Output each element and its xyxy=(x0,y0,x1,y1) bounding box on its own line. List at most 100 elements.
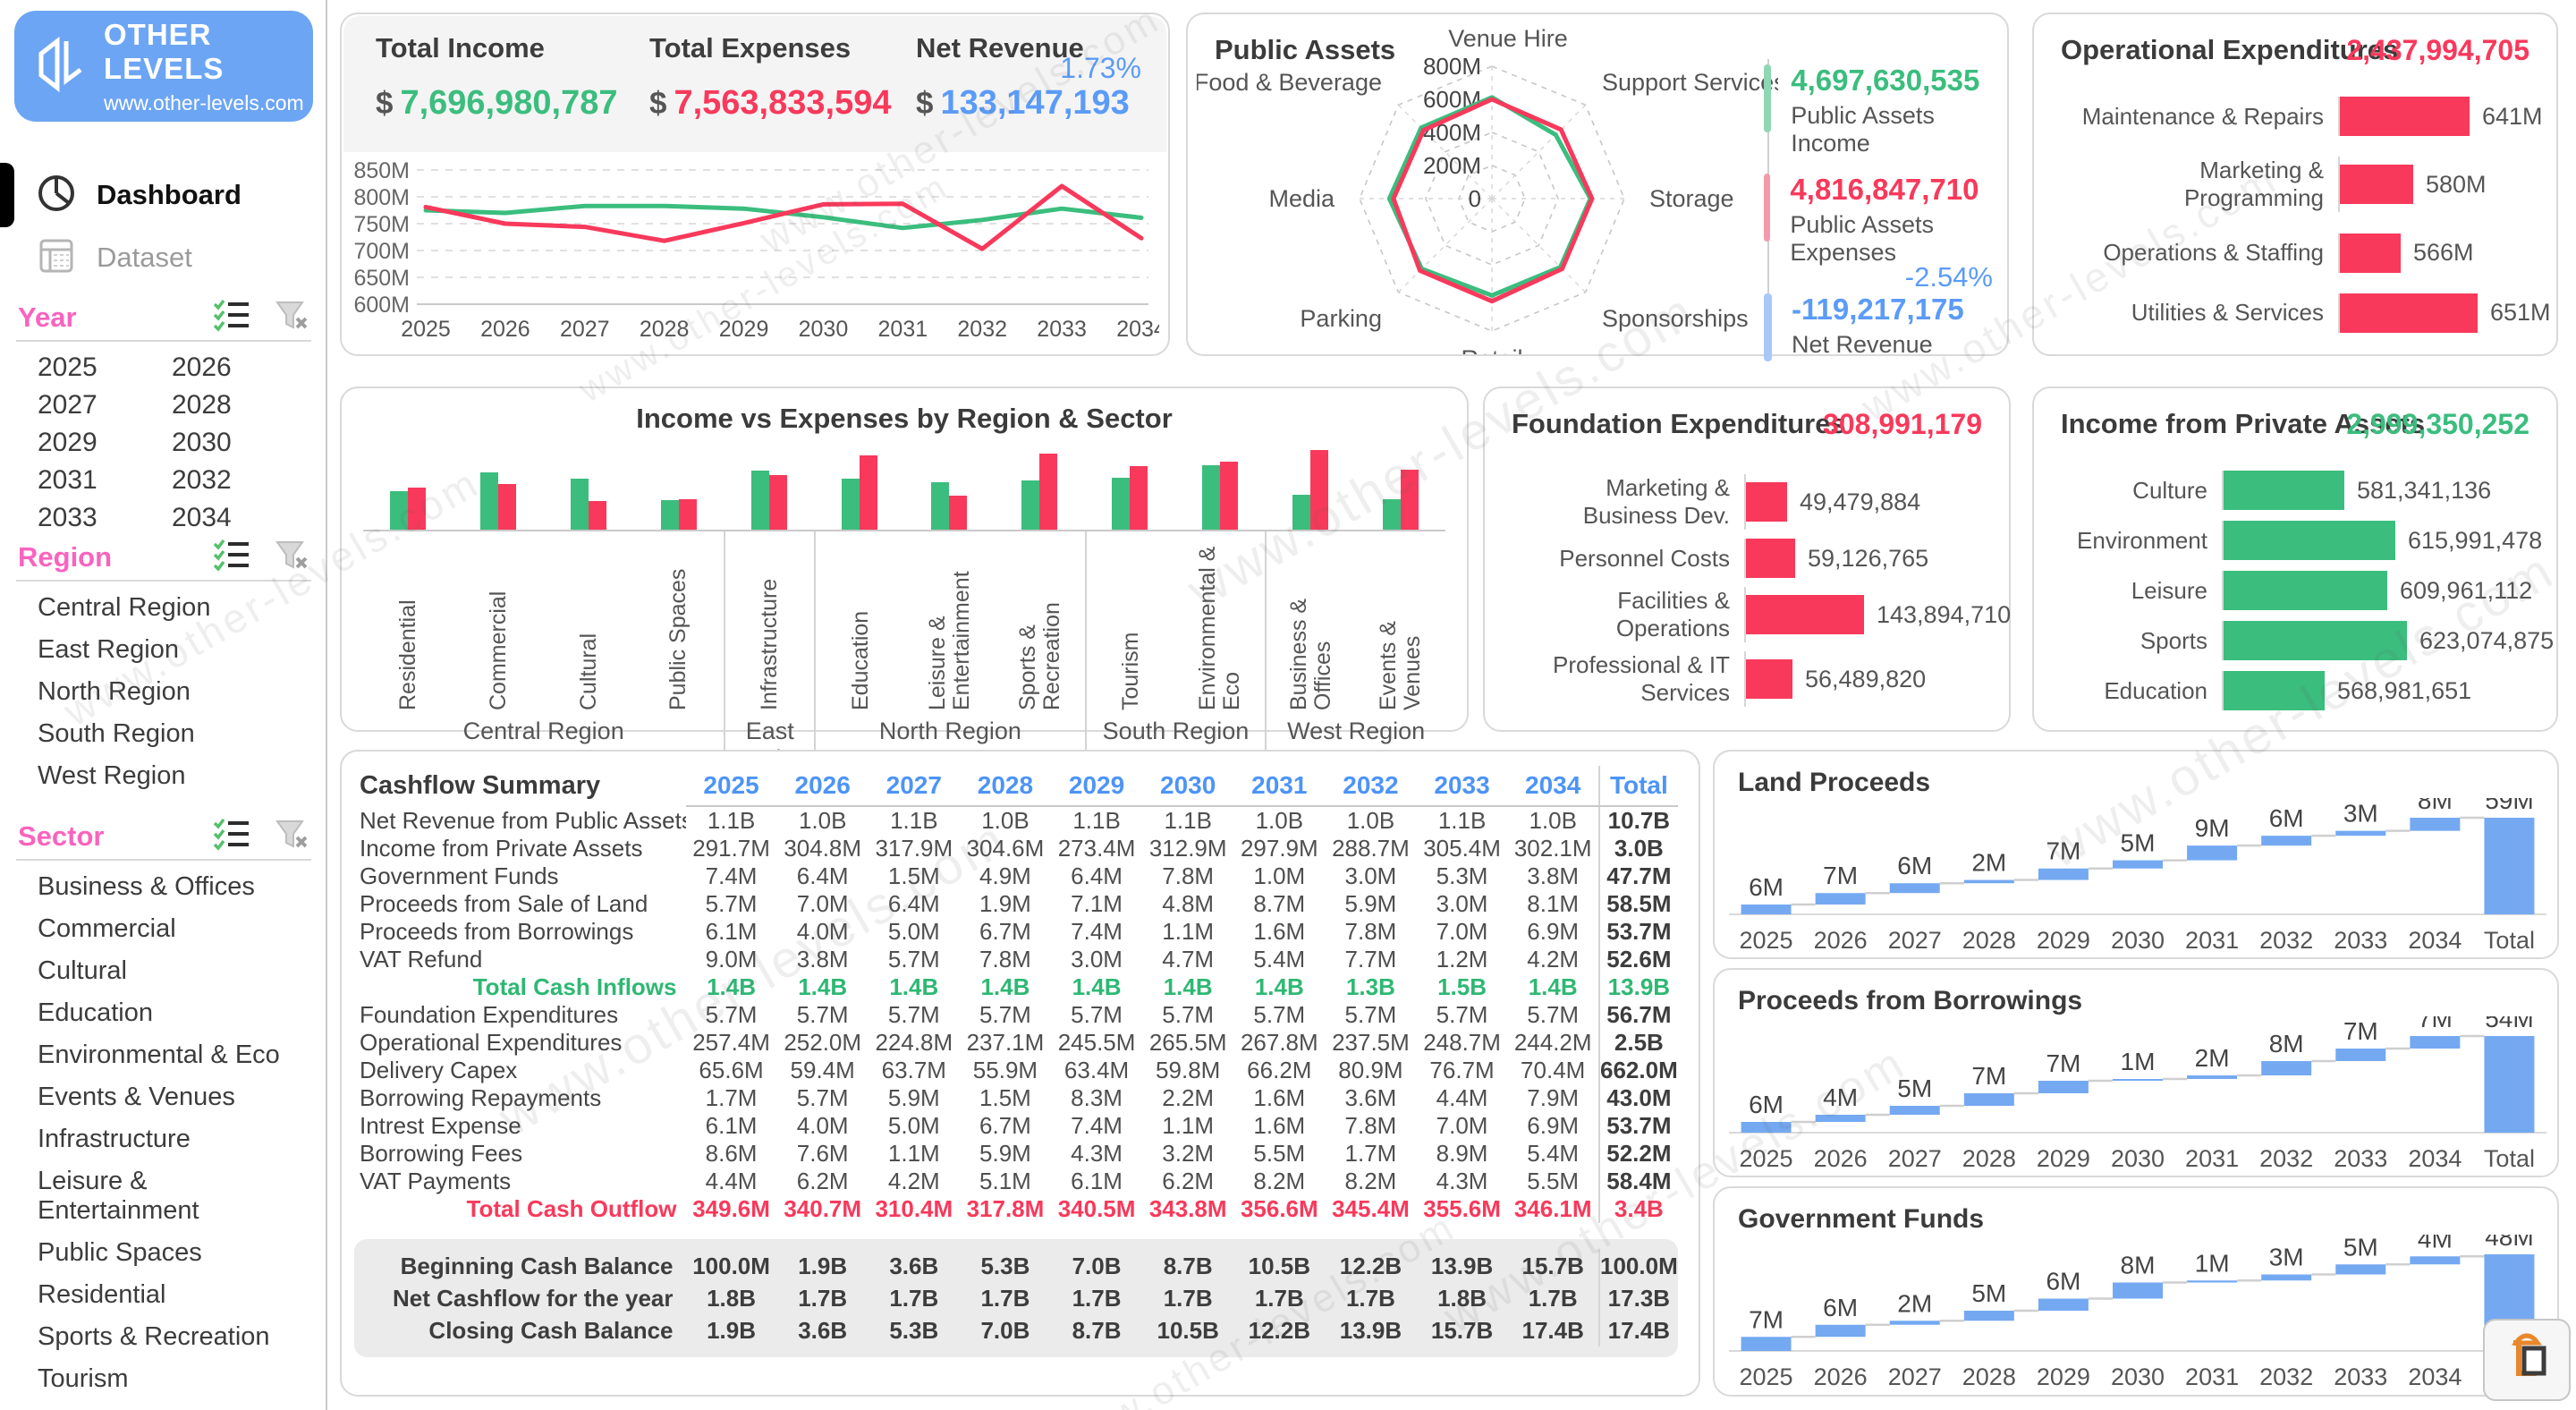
svg-text:2033: 2033 xyxy=(2334,1145,2387,1172)
cell-value: 63.7M xyxy=(869,1057,960,1084)
cell-value: 1.1B xyxy=(1142,806,1233,835)
sector-option[interactable]: Tourism xyxy=(27,1358,313,1400)
year-column-header[interactable]: 2030 xyxy=(1142,766,1233,806)
sidebar-item-dataset[interactable]: Dataset xyxy=(0,229,327,286)
cell-value: 237.1M xyxy=(960,1029,1051,1057)
income-bar xyxy=(751,471,769,530)
cell-value: 66.2M xyxy=(1233,1057,1325,1084)
cell-value: 7.9M xyxy=(1508,1084,1599,1112)
sidebar-item-dashboard[interactable]: Dashboard xyxy=(0,166,327,224)
expense-bar xyxy=(1039,454,1057,530)
region-option[interactable]: South Region xyxy=(27,713,313,755)
region-option[interactable]: North Region xyxy=(27,671,313,713)
year-column-header[interactable]: 2028 xyxy=(960,766,1051,806)
year-column-header[interactable]: 2029 xyxy=(1051,766,1142,806)
sector-label-slot: Tourism xyxy=(1087,531,1176,710)
sector-option[interactable]: Events & Venues xyxy=(27,1076,313,1118)
sector-option[interactable]: Residential xyxy=(27,1274,313,1316)
foundation-expenditures-card: Foundation Expenditures 308,991,179 Mark… xyxy=(1483,386,2011,732)
cell-value: 7.6M xyxy=(777,1140,869,1168)
bar-area: 49,479,884 xyxy=(1744,474,1995,530)
group-lower: Business & OfficesEvents & VenuesWest Re… xyxy=(1265,531,1445,773)
logo-card: OTHER LEVELS www.other-levels.com xyxy=(14,11,313,122)
svg-text:2025: 2025 xyxy=(1740,1363,1793,1390)
year-option[interactable]: 2033 xyxy=(27,501,161,535)
bar-category-label: Professional & IT Services xyxy=(1506,651,1744,707)
hbar-row: Maintenance & Repairs641M xyxy=(2055,97,2542,136)
table-row: VAT Payments4.4M6.2M4.2M5.1M6.1M6.2M8.2M… xyxy=(354,1168,1678,1195)
bar-value-label: 609,961,112 xyxy=(2400,577,2532,605)
select-all-checklist-icon[interactable] xyxy=(213,816,250,856)
filter-title-region: Region xyxy=(18,541,213,573)
cell-value: 10.5B xyxy=(1142,1314,1233,1346)
cell-value: 7.8M xyxy=(1325,1112,1416,1140)
year-column-header[interactable]: 2025 xyxy=(686,766,777,806)
year-option[interactable]: 2025 xyxy=(27,351,161,385)
public-assets-radar-chart: 800M600M400M200M0Venue HireSupport Servi… xyxy=(1197,14,1778,354)
bar xyxy=(1746,539,1795,578)
cell-value: 1.9B xyxy=(686,1314,777,1346)
clear-filter-icon[interactable] xyxy=(274,297,309,337)
bar-category-label: Operations & Staffing xyxy=(2055,239,2338,267)
year-column-header[interactable]: 2026 xyxy=(777,766,869,806)
cell-value: 12.2B xyxy=(1325,1250,1416,1282)
clear-filter-icon[interactable] xyxy=(274,816,309,856)
sector-option[interactable]: Infrastructure xyxy=(27,1118,313,1160)
clear-filter-icon[interactable] xyxy=(274,537,309,577)
bar-area: 580M xyxy=(2338,157,2542,212)
sector-option[interactable]: Sports & Recreation xyxy=(27,1316,313,1358)
bar-category-label: Culture xyxy=(2055,477,2222,505)
land-proceeds-chart: 6M20257M20266M20272M20287M20295M20309M20… xyxy=(1729,798,2546,957)
year-column-header[interactable]: 2033 xyxy=(1417,766,1508,806)
year-option[interactable]: 2027 xyxy=(27,388,161,422)
cell-value: 317.8M xyxy=(960,1195,1051,1223)
cell-value: 273.4M xyxy=(1051,835,1142,862)
sector-label: Public Spaces xyxy=(666,540,691,710)
svg-text:2034: 2034 xyxy=(2408,1363,2462,1390)
cell-value: 6.7M xyxy=(960,918,1051,946)
cell-value: 1.6M xyxy=(1233,918,1325,946)
card-total: 308,991,179 xyxy=(1823,408,1982,441)
clipboard-button[interactable] xyxy=(2483,1319,2571,1401)
svg-text:6M: 6M xyxy=(1749,1091,1784,1118)
year-option[interactable]: 2030 xyxy=(161,426,295,460)
cell-value: 3.0M xyxy=(1325,862,1416,890)
year-column-header[interactable]: 2034 xyxy=(1508,766,1599,806)
year-column-header[interactable]: 2032 xyxy=(1325,766,1416,806)
foundation-bars: Marketing & Business Dev.49,479,884Perso… xyxy=(1506,474,1995,707)
cell-value: 1.0B xyxy=(1325,806,1416,835)
cell-value: 1.5M xyxy=(960,1084,1051,1112)
year-option[interactable]: 2029 xyxy=(27,426,161,460)
sector-option[interactable]: Cultural xyxy=(27,950,313,992)
cell-value: 5.7M xyxy=(777,1084,869,1112)
svg-text:7M: 7M xyxy=(1823,862,1858,889)
sector-option[interactable]: Commercial xyxy=(27,908,313,950)
region-option[interactable]: West Region xyxy=(27,755,313,797)
year-option[interactable]: 2032 xyxy=(161,463,295,497)
bar-category-label: Personnel Costs xyxy=(1506,545,1744,573)
year-option[interactable]: 2034 xyxy=(161,501,295,535)
year-column-header[interactable]: 2027 xyxy=(869,766,960,806)
sector-option[interactable]: Education xyxy=(27,992,313,1034)
sector-label-slot: Environmental & Eco xyxy=(1176,531,1266,710)
sector-option[interactable]: Business & Offices xyxy=(27,866,313,908)
sector-option[interactable]: Public Spaces xyxy=(27,1232,313,1274)
bar-area: 615,991,478 xyxy=(2222,521,2542,560)
cell-value: 349.6M xyxy=(686,1195,777,1223)
sector-option[interactable]: Leisure & Entertainment xyxy=(27,1160,313,1232)
select-all-checklist-icon[interactable] xyxy=(213,297,250,337)
year-option[interactable]: 2026 xyxy=(161,351,295,385)
brand-title: OTHER LEVELS xyxy=(104,18,313,86)
select-all-checklist-icon[interactable] xyxy=(213,537,250,577)
hbar-row: Leisure609,961,112 xyxy=(2055,571,2542,610)
kpi-label: Public Assets Expenses xyxy=(1790,211,2002,267)
region-option[interactable]: East Region xyxy=(27,629,313,671)
year-option[interactable]: 2028 xyxy=(161,388,295,422)
svg-text:2026: 2026 xyxy=(1814,927,1868,954)
year-option[interactable]: 2031 xyxy=(27,463,161,497)
region-option[interactable]: Central Region xyxy=(27,587,313,629)
cell-value: 245.5M xyxy=(1051,1029,1142,1057)
bar-category-label: Utilities & Services xyxy=(2055,299,2338,327)
sector-option[interactable]: Environmental & Eco xyxy=(27,1034,313,1076)
year-column-header[interactable]: 2031 xyxy=(1233,766,1325,806)
